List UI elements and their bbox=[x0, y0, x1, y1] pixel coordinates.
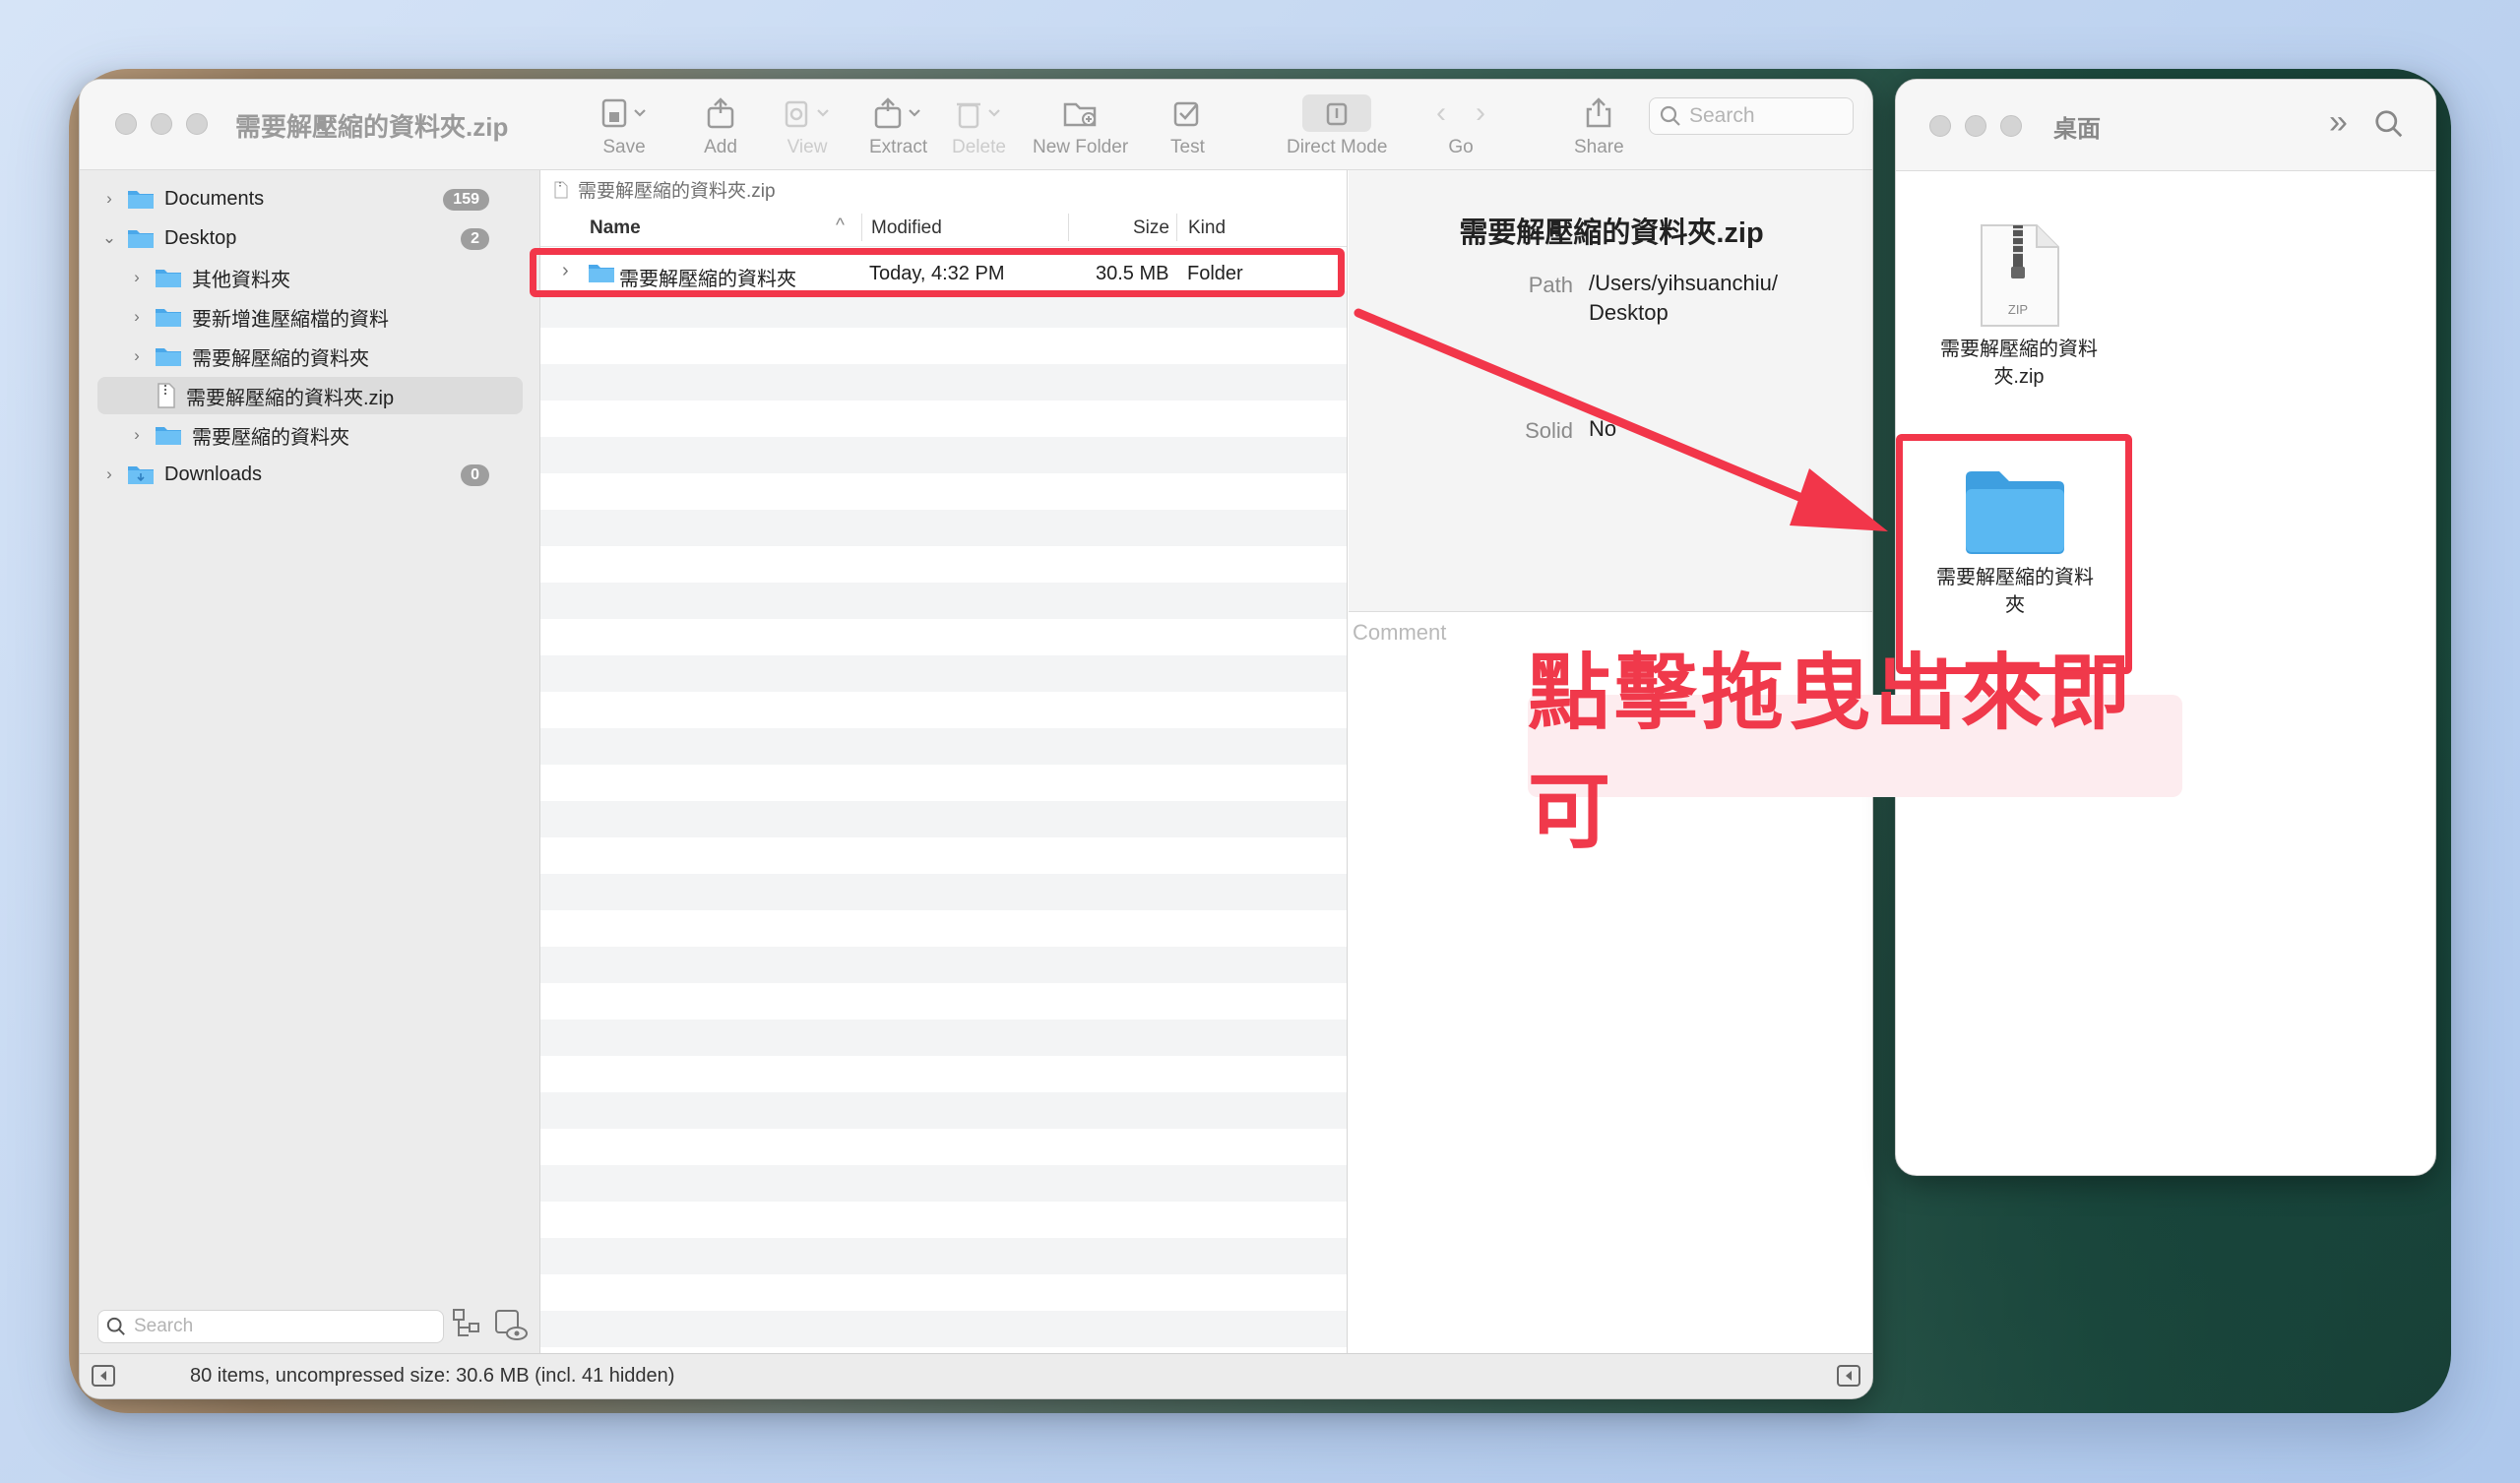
sidebar-toggle-icon[interactable] bbox=[92, 1365, 115, 1387]
path-breadcrumb: 需要解壓縮的資料夾.zip bbox=[554, 176, 776, 203]
new-folder-icon bbox=[1061, 93, 1101, 133]
more-chevron-icon[interactable]: » bbox=[2329, 103, 2348, 142]
file-list: 需要解壓縮的資料夾.zip Name ^ Modified Size Kind … bbox=[540, 170, 1348, 1355]
count-badge: 2 bbox=[461, 228, 489, 250]
downloads-folder-icon bbox=[128, 466, 154, 484]
search-icon[interactable] bbox=[2374, 109, 2404, 139]
count-badge: 0 bbox=[461, 464, 489, 486]
folder-icon bbox=[156, 348, 181, 366]
trash-icon bbox=[952, 93, 1005, 133]
search-icon bbox=[1660, 105, 1680, 126]
new-folder-button[interactable]: New Folder bbox=[1033, 93, 1128, 158]
chevron-right-icon[interactable]: › bbox=[129, 268, 145, 287]
extract-button[interactable]: Extract bbox=[869, 93, 927, 158]
chevron-down-icon[interactable]: ⌄ bbox=[101, 228, 117, 248]
preview-eye-icon[interactable] bbox=[493, 1308, 529, 1343]
column-name[interactable]: Name bbox=[590, 217, 641, 239]
minimize-button[interactable] bbox=[1965, 115, 1986, 137]
chevron-right-icon[interactable]: › bbox=[129, 425, 145, 445]
folder-icon bbox=[128, 191, 154, 209]
folder-icon bbox=[156, 270, 181, 287]
share-button[interactable]: Share bbox=[1574, 93, 1624, 158]
save-icon bbox=[599, 93, 649, 133]
sidebar-item-documents[interactable]: › Documents 159 bbox=[101, 180, 525, 217]
direct-mode-button[interactable]: Direct Mode bbox=[1287, 93, 1387, 158]
extract-icon bbox=[872, 93, 925, 133]
info-title: 需要解壓縮的資料夾.zip bbox=[1459, 217, 1764, 249]
sidebar-item-zip-file[interactable]: 需要解壓縮的資料夾.zip bbox=[97, 377, 523, 414]
column-kind[interactable]: Kind bbox=[1188, 217, 1226, 239]
window-title: 桌面 bbox=[2053, 116, 2101, 143]
window-controls bbox=[115, 113, 208, 135]
sidebar-item-folder-to-compress[interactable]: › 需要壓縮的資料夾 bbox=[129, 416, 523, 454]
file-rows: › 需要解壓縮的資料夾 Today, 4:32 PM 30.5 MB Folde… bbox=[540, 255, 1347, 1384]
sidebar: › Documents 159 ⌄ Desktop 2 › 其他資料夾 › 要新… bbox=[80, 170, 540, 1398]
toolbar-search-input[interactable]: Search bbox=[1649, 97, 1854, 135]
chevron-right-icon[interactable]: › bbox=[101, 189, 117, 209]
zip-file-icon bbox=[554, 181, 568, 198]
status-text: 80 items, uncompressed size: 30.6 MB (in… bbox=[190, 1365, 675, 1387]
close-button[interactable] bbox=[1929, 115, 1951, 137]
forward-arrow-icon[interactable]: › bbox=[1476, 96, 1485, 130]
desktop-zip-file[interactable]: ZIP 需要解壓縮的資料 夾.zip bbox=[1925, 223, 2112, 391]
status-bar: 80 items, uncompressed size: 30.6 MB (in… bbox=[80, 1353, 1872, 1398]
share-icon bbox=[1582, 93, 1615, 133]
column-size[interactable]: Size bbox=[1133, 217, 1169, 239]
toolbar: 需要解壓縮的資料夾.zip Save Add View Extract Dele… bbox=[80, 80, 1872, 170]
search-icon bbox=[106, 1317, 125, 1335]
chevron-right-icon[interactable]: › bbox=[129, 307, 145, 327]
chevron-right-icon[interactable]: › bbox=[129, 346, 145, 366]
delete-button[interactable]: Delete bbox=[952, 93, 1006, 158]
add-button[interactable]: Add bbox=[704, 93, 737, 158]
test-button[interactable]: Test bbox=[1170, 93, 1205, 158]
checkmark-icon bbox=[1170, 93, 1204, 133]
minimize-button[interactable] bbox=[151, 113, 172, 135]
sidebar-item-folder-to-extract[interactable]: › 需要解壓縮的資料夾 bbox=[129, 338, 523, 375]
drag-arrow-icon bbox=[1354, 308, 1888, 531]
count-badge: 159 bbox=[443, 189, 489, 211]
back-arrow-icon[interactable]: ‹ bbox=[1436, 96, 1446, 130]
go-nav: ‹ › Go bbox=[1436, 96, 1485, 157]
highlight-row-box bbox=[530, 248, 1345, 297]
direct-mode-icon bbox=[1302, 94, 1372, 132]
window-controls bbox=[1929, 115, 2022, 137]
window-title: 需要解壓縮的資料夾.zip bbox=[235, 112, 509, 142]
view-icon bbox=[781, 93, 834, 133]
svg-text:ZIP: ZIP bbox=[2008, 302, 2028, 317]
instruction-callout: 點擊拖曳出來即可 bbox=[1528, 647, 2182, 858]
chevron-right-icon[interactable]: › bbox=[101, 464, 117, 484]
close-button[interactable] bbox=[115, 113, 137, 135]
zip-archive-icon: ZIP bbox=[1981, 224, 2059, 327]
add-icon bbox=[704, 93, 737, 133]
folder-icon bbox=[156, 427, 181, 445]
zoom-button[interactable] bbox=[186, 113, 208, 135]
sidebar-item-desktop[interactable]: ⌄ Desktop 2 bbox=[101, 219, 525, 257]
view-button[interactable]: View bbox=[781, 93, 834, 158]
info-toggle-icon[interactable] bbox=[1837, 1365, 1860, 1387]
sidebar-search-input[interactable]: Search bbox=[97, 1310, 444, 1343]
save-button[interactable]: Save bbox=[599, 93, 649, 158]
column-modified[interactable]: Modified bbox=[871, 217, 942, 239]
hierarchy-icon[interactable] bbox=[452, 1308, 481, 1341]
zoom-button[interactable] bbox=[2000, 115, 2022, 137]
sidebar-item-add-to-archive[interactable]: › 要新增進壓縮檔的資料 bbox=[129, 298, 523, 336]
finder-toolbar: 桌面 » bbox=[1896, 80, 2435, 171]
sidebar-item-downloads[interactable]: › Downloads 0 bbox=[101, 456, 525, 493]
column-header: Name ^ Modified Size Kind bbox=[540, 208, 1347, 247]
zip-file-icon bbox=[158, 383, 175, 408]
sort-ascending-icon[interactable]: ^ bbox=[836, 216, 845, 237]
folder-icon bbox=[128, 230, 154, 248]
folder-icon bbox=[156, 309, 181, 327]
sidebar-item-other-folder[interactable]: › 其他資料夾 bbox=[129, 259, 523, 296]
